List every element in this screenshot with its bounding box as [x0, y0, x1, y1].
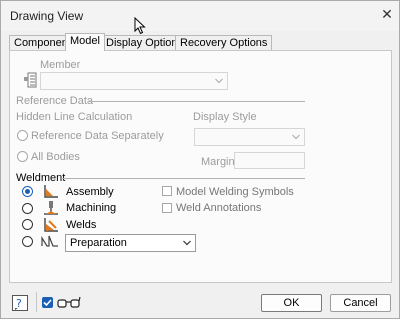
- display-style-select[interactable]: [194, 128, 305, 146]
- title-bar: Drawing View ✕: [1, 1, 399, 35]
- display-style-label: Display Style: [193, 111, 257, 123]
- radio-preparation[interactable]: [22, 236, 33, 247]
- checkmark-icon[interactable]: [42, 297, 53, 308]
- radio-assembly[interactable]: [22, 186, 33, 197]
- hidden-line-label: Hidden Line Calculation: [16, 111, 133, 123]
- tab-recovery-options[interactable]: Recovery Options: [175, 35, 273, 50]
- assembly-weld-icon: [44, 185, 58, 198]
- assembly-label: Assembly: [66, 186, 114, 198]
- preparation-select[interactable]: Preparation: [65, 234, 196, 252]
- welds-icon: [44, 218, 58, 232]
- machining-icon: [44, 201, 58, 215]
- drawing-view-dialog: Drawing View ✕ Component Model Display O…: [0, 0, 400, 319]
- radio-all-bodies-label: All Bodies: [31, 151, 80, 163]
- welds-label: Welds: [66, 219, 97, 231]
- weld-annotations-checkbox[interactable]: [162, 203, 172, 213]
- footer-divider: [36, 292, 37, 312]
- model-welding-symbols-checkbox[interactable]: [162, 186, 172, 196]
- radio-reference-data-separately-label: Reference Data Separately: [31, 130, 164, 142]
- preparation-icon: [41, 235, 58, 247]
- cancel-button[interactable]: Cancel: [330, 294, 391, 312]
- chevron-down-icon: [215, 78, 223, 84]
- machining-label: Machining: [66, 202, 117, 214]
- model-welding-symbols-label: Model Welding Symbols: [176, 186, 294, 198]
- window-title: Drawing View: [10, 9, 84, 23]
- mouse-cursor-icon: [134, 17, 146, 35]
- help-icon[interactable]: ?: [12, 295, 28, 311]
- reference-data-divider: [89, 101, 305, 102]
- reference-data-heading: Reference Data: [16, 95, 94, 107]
- member-select[interactable]: [40, 72, 228, 90]
- glasses-preview-icon[interactable]: [57, 296, 81, 309]
- radio-machining[interactable]: [22, 203, 33, 214]
- margin-label: Margin: [201, 156, 235, 168]
- margin-input[interactable]: [234, 152, 305, 169]
- weldment-divider: [61, 178, 305, 179]
- radio-all-bodies[interactable]: [17, 151, 28, 162]
- tab-model[interactable]: Model: [65, 33, 105, 51]
- member-list-icon: [24, 72, 37, 88]
- ok-button[interactable]: OK: [261, 294, 322, 312]
- member-label: Member: [40, 59, 81, 71]
- weldment-heading: Weldment: [16, 172, 66, 184]
- radio-welds[interactable]: [22, 219, 33, 230]
- close-icon[interactable]: ✕: [379, 6, 395, 22]
- weld-annotations-label: Weld Annotations: [176, 202, 262, 214]
- radio-reference-data-separately[interactable]: [17, 130, 28, 141]
- chevron-down-icon: [183, 240, 191, 246]
- chevron-down-icon: [292, 134, 300, 140]
